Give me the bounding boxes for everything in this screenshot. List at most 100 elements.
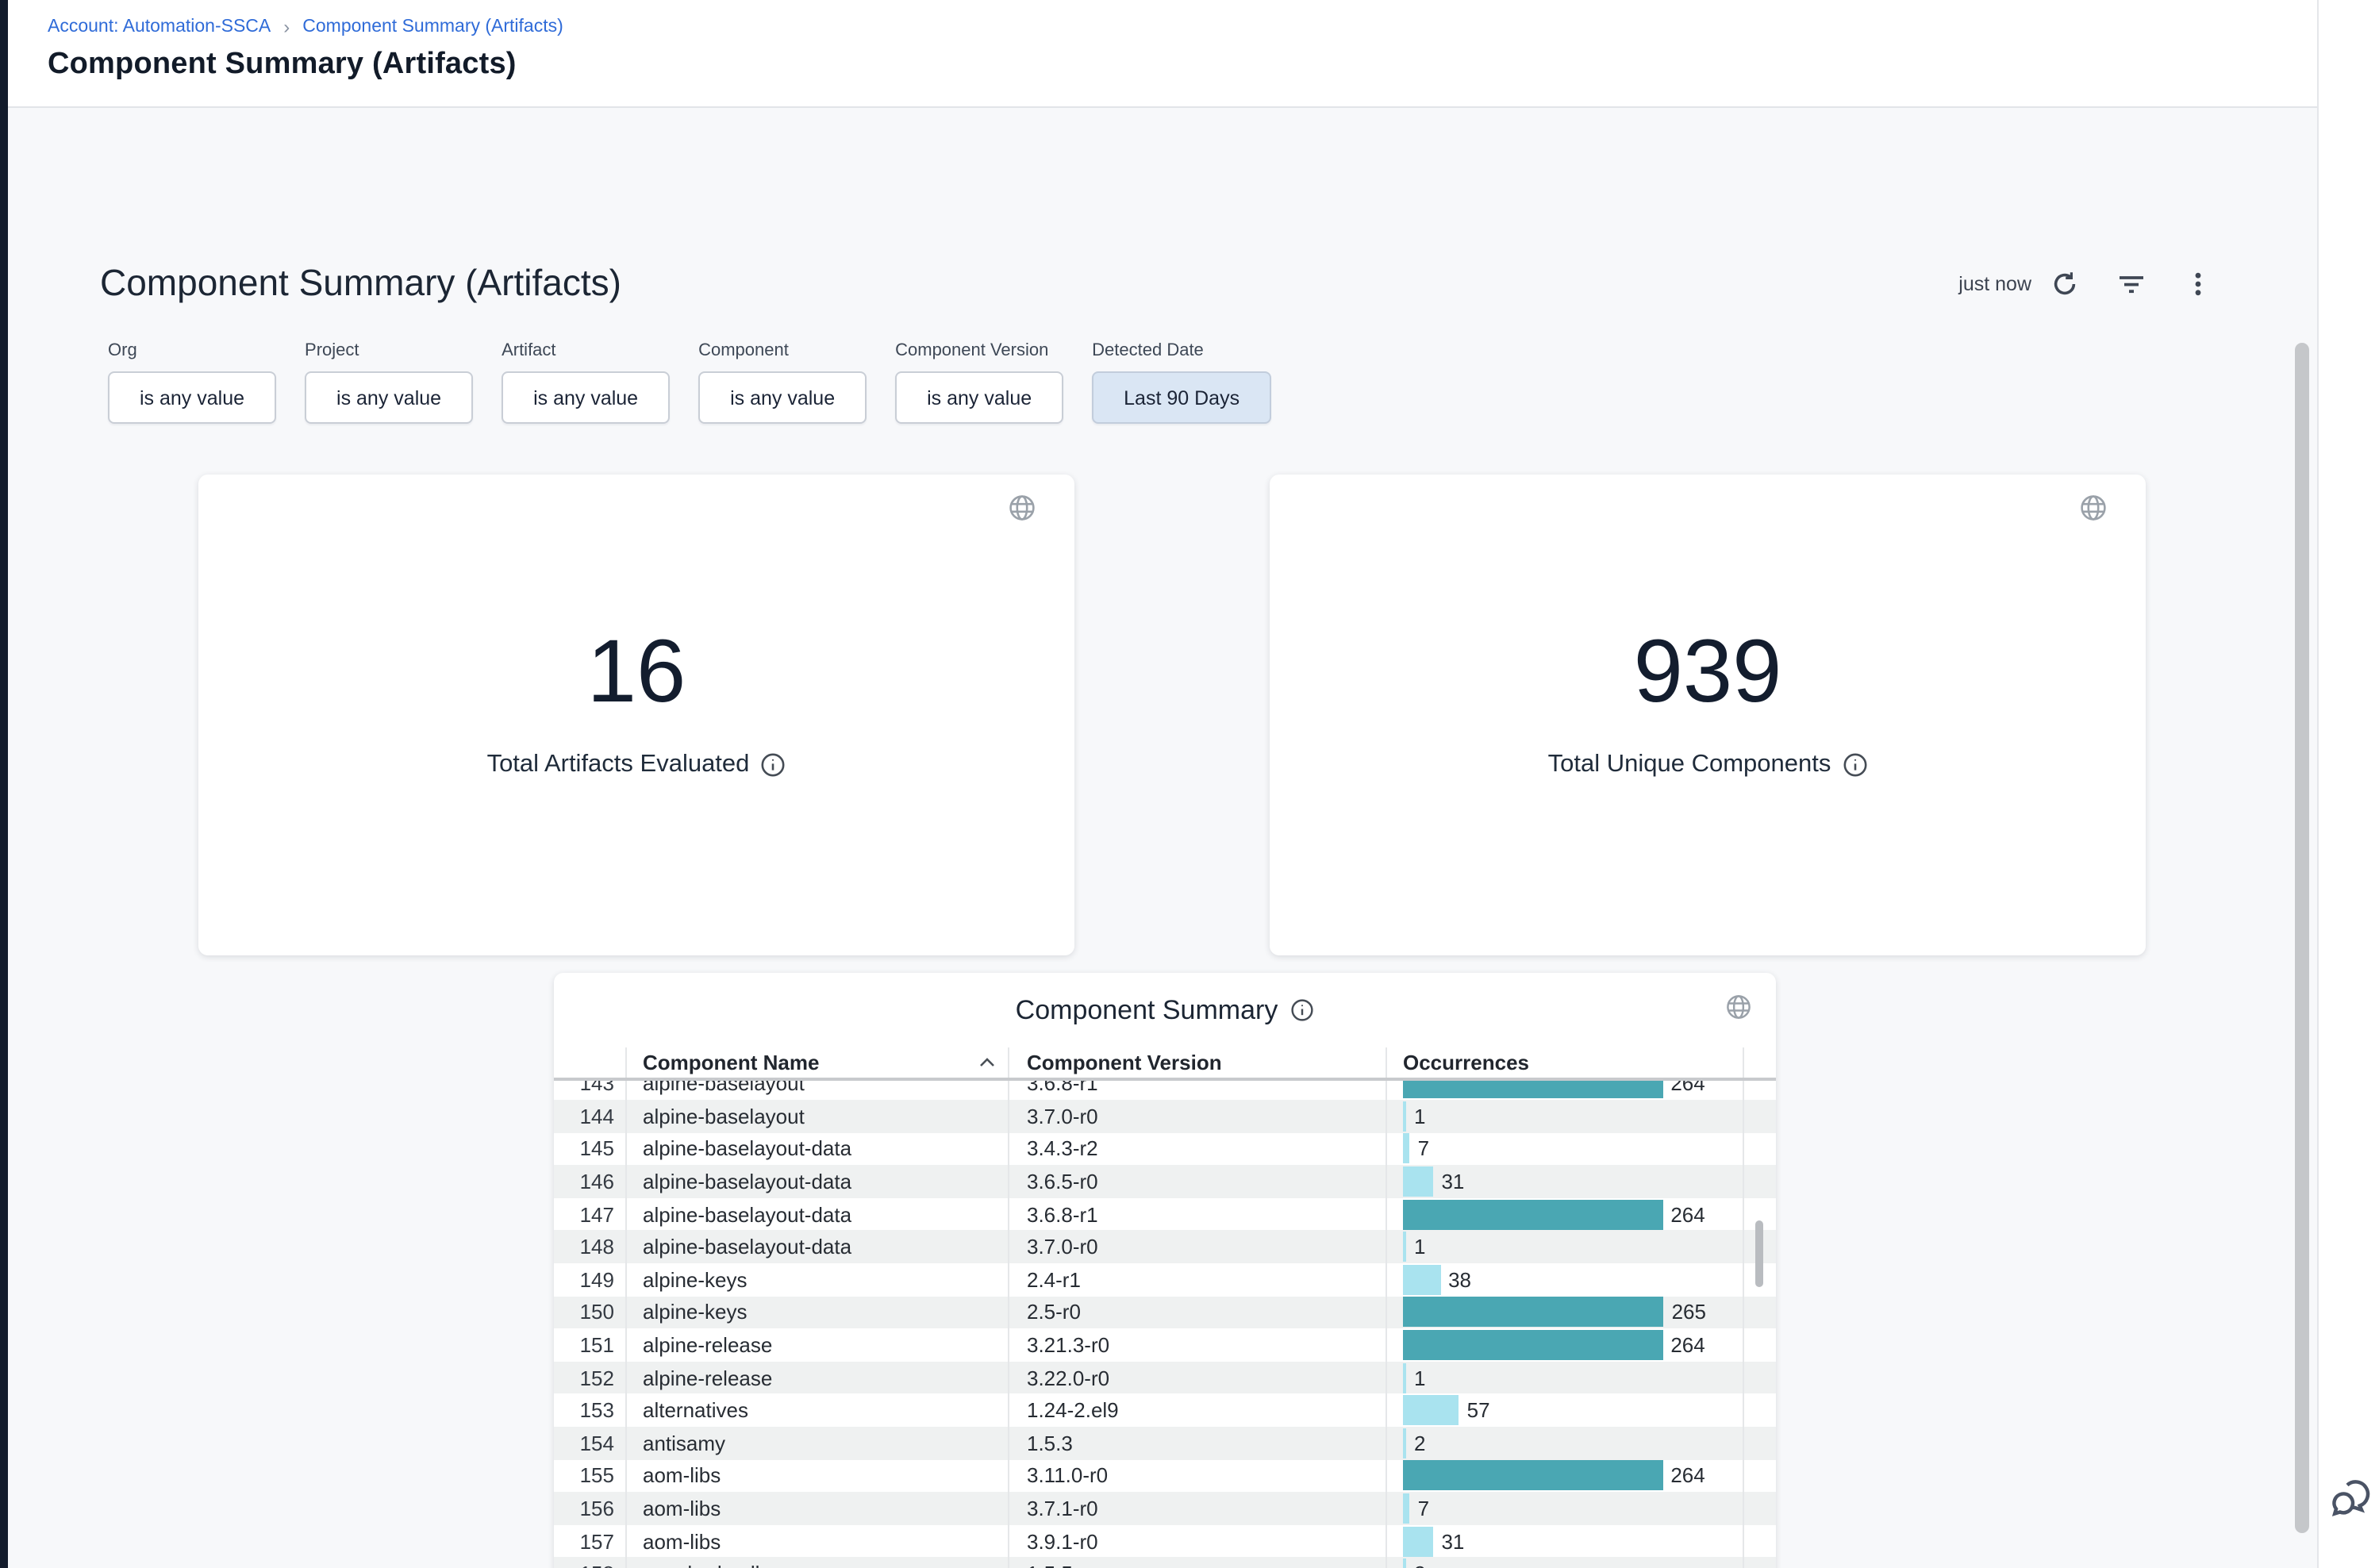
- stat-label: Total Artifacts Evaluated: [487, 750, 750, 778]
- table-row: 156 aom-libs 3.7.1-r0 7: [554, 1492, 1776, 1524]
- column-header-occurrences[interactable]: Occurrences: [1386, 1047, 1744, 1078]
- info-icon[interactable]: [760, 751, 786, 777]
- occurrence-bar: [1403, 1461, 1662, 1491]
- table-title: Component Summary: [1016, 994, 1278, 1026]
- filter-value-button[interactable]: is any value: [502, 371, 670, 424]
- table-row: 153 alternatives 1.24-2.el9 57: [554, 1394, 1776, 1427]
- filter-label: Component: [698, 341, 867, 360]
- filter-group: Org is any value: [108, 341, 276, 424]
- occurrence-value: 264: [1670, 1081, 1705, 1096]
- kebab-menu-icon[interactable]: [2184, 270, 2212, 298]
- cell-occurrences: 31: [1386, 1166, 1744, 1198]
- cell-occurrences: 31: [1386, 1525, 1744, 1558]
- occurrence-value: 7: [1418, 1137, 1429, 1161]
- breadcrumb-account-link[interactable]: Account: Automation-SSCA: [48, 16, 271, 38]
- table-row: 149 alpine-keys 2.4-r1 38: [554, 1263, 1776, 1296]
- cell-component-name: apacheds-all: [625, 1558, 1008, 1568]
- table-scrollbar-thumb[interactable]: [1755, 1220, 1763, 1287]
- cell-occurrences: 264: [1386, 1198, 1744, 1231]
- breadcrumb-page-link[interactable]: Component Summary (Artifacts): [302, 16, 563, 38]
- stat-value: 939: [1634, 626, 1782, 715]
- filter-group: Component is any value: [698, 341, 867, 424]
- sort-asc-icon: [979, 1057, 995, 1068]
- cell-component-name: alpine-baselayout-data: [625, 1166, 1008, 1198]
- occurrence-value: 264: [1670, 1202, 1705, 1226]
- row-number: 154: [554, 1432, 625, 1455]
- refresh-icon[interactable]: [2050, 270, 2079, 298]
- occurrence-bar: [1403, 1166, 1433, 1197]
- table-body[interactable]: 143 alpine-baselayout 3.6.8-r1 264 144 a…: [554, 1081, 1776, 1568]
- stat-label: Total Unique Components: [1548, 750, 1831, 778]
- occurrence-bar: [1403, 1558, 1406, 1568]
- occurrence-value: 1: [1414, 1236, 1425, 1259]
- occurrence-bar: [1403, 1362, 1406, 1393]
- occurrence-bar: [1403, 1428, 1406, 1458]
- filter-value-button[interactable]: is any value: [895, 371, 1063, 424]
- filter-label: Detected Date: [1092, 341, 1271, 360]
- filter-value-button[interactable]: is any value: [698, 371, 867, 424]
- cell-component-name: alpine-baselayout-data: [625, 1132, 1008, 1165]
- occurrence-value: 57: [1467, 1398, 1490, 1422]
- page-title: Component Summary (Artifacts): [48, 48, 2317, 83]
- table-row: 158 apacheds-all 1.5.5 2: [554, 1558, 1776, 1568]
- stat-value: 16: [587, 626, 686, 715]
- occurrence-bar: [1403, 1526, 1433, 1556]
- cell-component-name: alpine-baselayout: [625, 1081, 1008, 1100]
- occurrence-bar: [1403, 1265, 1440, 1295]
- cell-component-name: alpine-release: [625, 1362, 1008, 1394]
- table-row: 148 alpine-baselayout-data 3.7.0-r0 1: [554, 1231, 1776, 1263]
- component-summary-card: Component Summary Componen: [554, 973, 1776, 1568]
- filter-value-button[interactable]: is any value: [305, 371, 473, 424]
- cell-component-version: 3.6.8-r1: [1008, 1198, 1386, 1231]
- row-number: 149: [554, 1268, 625, 1292]
- cell-component-name: alpine-keys: [625, 1296, 1008, 1328]
- occurrence-value: 7: [1418, 1497, 1429, 1520]
- table-row: 151 alpine-release 3.21.3-r0 264: [554, 1329, 1776, 1362]
- occurrence-value: 31: [1441, 1529, 1464, 1553]
- column-header-component-version[interactable]: Component Version: [1008, 1047, 1386, 1078]
- row-number: 158: [554, 1562, 625, 1568]
- occurrence-value: 264: [1670, 1333, 1705, 1357]
- cell-component-version: 3.6.8-r1: [1008, 1081, 1386, 1100]
- table-row: 145 alpine-baselayout-data 3.4.3-r2 7: [554, 1132, 1776, 1165]
- info-icon[interactable]: [1290, 998, 1314, 1022]
- occurrence-bar: [1403, 1101, 1406, 1132]
- cell-component-name: alternatives: [625, 1394, 1008, 1427]
- cell-component-version: 3.4.3-r2: [1008, 1132, 1386, 1165]
- chat-bubbles-icon[interactable]: [2328, 1473, 2376, 1520]
- info-icon[interactable]: [1842, 751, 1867, 777]
- cell-component-name: alpine-baselayout-data: [625, 1231, 1008, 1263]
- row-number: 152: [554, 1366, 625, 1389]
- filter-value-button[interactable]: Last 90 Days: [1092, 371, 1271, 424]
- cell-component-name: alpine-keys: [625, 1263, 1008, 1296]
- cell-component-version: 3.11.0-r0: [1008, 1459, 1386, 1492]
- stat-card-unique-components: 939 Total Unique Components: [1270, 475, 2146, 955]
- cell-occurrences: 265: [1386, 1296, 1744, 1328]
- dashboard-heading: Component Summary (Artifacts): [100, 262, 621, 305]
- cell-component-name: aom-libs: [625, 1492, 1008, 1524]
- cell-component-version: 1.5.5: [1008, 1558, 1386, 1568]
- dashboard-toolbar: just now: [1958, 268, 2212, 300]
- filter-value-button[interactable]: is any value: [108, 371, 276, 424]
- cell-component-name: alpine-baselayout: [625, 1100, 1008, 1132]
- filter-group: Component Version is any value: [895, 341, 1063, 424]
- cell-component-name: aom-libs: [625, 1525, 1008, 1558]
- cell-component-version: 1.5.3: [1008, 1427, 1386, 1459]
- row-number: 150: [554, 1301, 625, 1324]
- column-header-component-name[interactable]: Component Name: [625, 1047, 1008, 1078]
- row-number: 157: [554, 1529, 625, 1553]
- filter-icon[interactable]: [2117, 270, 2146, 298]
- table-row: 155 aom-libs 3.11.0-r0 264: [554, 1459, 1776, 1492]
- cell-component-version: 3.22.0-r0: [1008, 1362, 1386, 1394]
- table-row: 152 alpine-release 3.22.0-r0 1: [554, 1362, 1776, 1394]
- column-header-row-number: [554, 1047, 625, 1078]
- filter-label: Org: [108, 341, 276, 360]
- cell-occurrences: 2: [1386, 1427, 1744, 1459]
- row-number: 146: [554, 1170, 625, 1193]
- last-refreshed-label: just now: [1958, 273, 2031, 295]
- table-row: 143 alpine-baselayout 3.6.8-r1 264: [554, 1081, 1776, 1100]
- row-number: 151: [554, 1333, 625, 1357]
- table-row: 146 alpine-baselayout-data 3.6.5-r0 31: [554, 1166, 1776, 1198]
- cell-occurrences: 1: [1386, 1362, 1744, 1394]
- page-scrollbar-thumb[interactable]: [2295, 343, 2309, 1533]
